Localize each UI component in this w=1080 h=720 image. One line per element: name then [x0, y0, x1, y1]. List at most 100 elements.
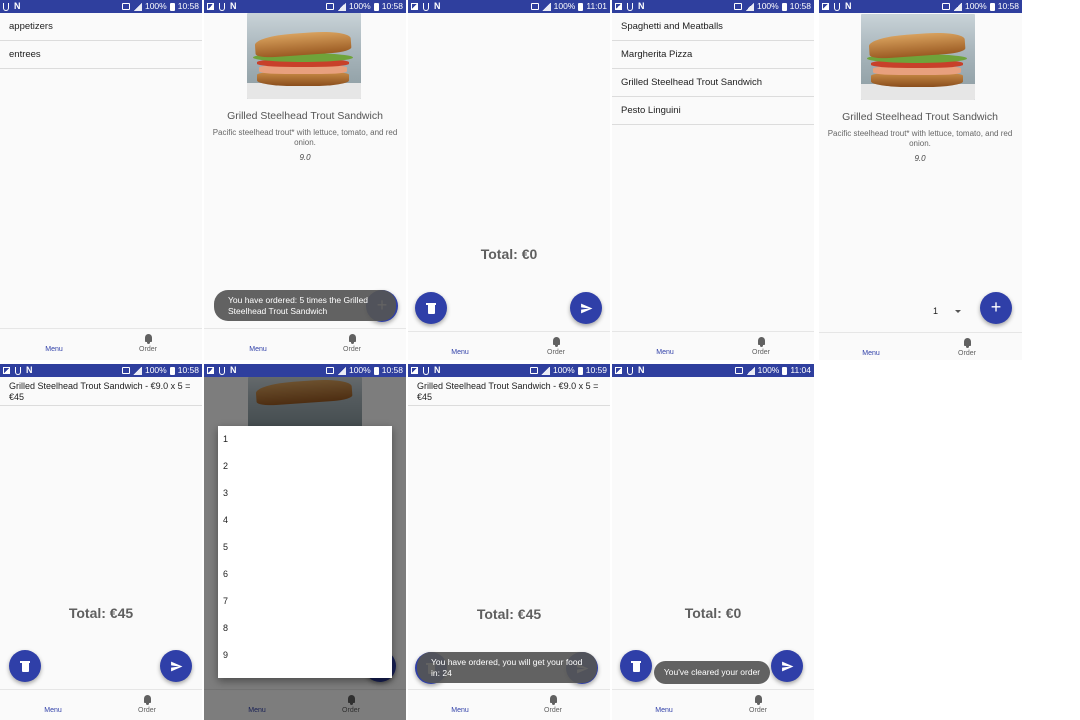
- signal-icon: [336, 366, 346, 375]
- bottom-navigation: Menu Order: [0, 689, 202, 720]
- nav-order[interactable]: Order: [518, 694, 588, 714]
- nav-order[interactable]: Order: [521, 336, 591, 356]
- category-item-appetizers[interactable]: appetizers: [0, 13, 202, 41]
- nav-order[interactable]: Order: [932, 337, 1002, 357]
- entree-item[interactable]: Spaghetti and Meatballs: [612, 13, 814, 41]
- clear-order-button[interactable]: [620, 650, 652, 682]
- vibrate-icon: [733, 3, 742, 10]
- nfc-icon: N: [434, 1, 441, 11]
- screen-dish-detail-toast: N 100% 10:58 Grilled Steelhead Trout Sand…: [204, 0, 406, 360]
- nav-order[interactable]: Order: [113, 333, 183, 353]
- nav-menu[interactable]: Menu: [19, 333, 89, 353]
- quantity-select-value[interactable]: 1: [933, 306, 938, 316]
- battery-percent: 100%: [144, 365, 167, 375]
- signal-icon: [132, 2, 142, 11]
- send-order-button[interactable]: [771, 650, 803, 682]
- screen-order-sent: N 100% 10:59 Grilled Steelhead Trout Sand…: [408, 364, 610, 720]
- nav-order[interactable]: Order: [723, 694, 793, 714]
- dish-title: Grilled Steelhead Trout Sandwich: [842, 111, 998, 123]
- entree-item[interactable]: Margherita Pizza: [612, 41, 814, 69]
- usb-icon: [3, 2, 9, 11]
- usb-icon: [15, 366, 21, 375]
- quantity-option[interactable]: 5: [218, 534, 392, 561]
- clear-order-button[interactable]: [9, 650, 41, 682]
- signal-icon: [336, 2, 346, 11]
- usb-icon: [627, 2, 633, 11]
- image-icon: [207, 3, 214, 10]
- nav-menu[interactable]: Menu: [630, 336, 700, 356]
- screen-order-filled: N 100% 10:58 Grilled Steelhead Trout Sand…: [0, 364, 202, 720]
- battery-icon: [577, 366, 583, 375]
- dish-title: Grilled Steelhead Trout Sandwich: [227, 110, 383, 122]
- battery-percent: 100%: [144, 1, 167, 11]
- send-order-button[interactable]: [160, 650, 192, 682]
- quantity-option[interactable]: 8: [218, 615, 392, 642]
- vibrate-icon: [325, 3, 334, 10]
- status-time: 10:58: [997, 1, 1019, 11]
- status-time: 10:58: [381, 1, 403, 11]
- category-item-entrees[interactable]: entrees: [0, 41, 202, 69]
- nav-menu[interactable]: Menu: [425, 336, 495, 356]
- bottom-navigation: Menu Order: [0, 328, 202, 360]
- usb-icon: [219, 366, 225, 375]
- quantity-option[interactable]: 6: [218, 561, 392, 588]
- add-to-order-button[interactable]: +: [980, 292, 1012, 324]
- dropdown-arrow-icon[interactable]: [955, 310, 961, 313]
- quantity-option[interactable]: 3: [218, 480, 392, 507]
- bottom-navigation: Menu Order: [819, 332, 1022, 360]
- nfc-icon: N: [26, 365, 33, 375]
- bottom-navigation: Menu Order: [408, 331, 610, 360]
- vibrate-icon: [325, 367, 334, 374]
- nav-menu[interactable]: Menu: [836, 337, 906, 357]
- nfc-icon: N: [230, 1, 237, 11]
- battery-icon: [169, 2, 175, 11]
- order-line-item: Grilled Steelhead Trout Sandwich - €9.0 …: [408, 377, 610, 406]
- dish-image: [861, 14, 975, 100]
- signal-icon: [952, 2, 962, 11]
- status-time: 10:58: [177, 1, 199, 11]
- nav-menu[interactable]: Menu: [223, 333, 293, 353]
- menu-grid-icon: [866, 337, 877, 348]
- bell-icon: [962, 337, 973, 348]
- vibrate-icon: [530, 3, 539, 10]
- clear-order-button[interactable]: [415, 292, 447, 324]
- menu-grid-icon: [659, 694, 670, 705]
- menu-grid-icon: [455, 336, 466, 347]
- image-icon: [411, 367, 418, 374]
- nav-order[interactable]: Order: [112, 694, 182, 714]
- quantity-option[interactable]: 9: [218, 642, 392, 669]
- nav-menu[interactable]: Menu: [18, 694, 88, 714]
- nfc-icon: N: [638, 1, 645, 11]
- quantity-option[interactable]: 7: [218, 588, 392, 615]
- status-bar: N 100% 10:58: [612, 0, 814, 13]
- battery-percent: 100%: [553, 1, 576, 11]
- nav-menu[interactable]: Menu: [629, 694, 699, 714]
- plus-icon: +: [990, 297, 1002, 317]
- usb-icon: [834, 2, 840, 11]
- bottom-navigation: Menu Order: [204, 328, 406, 360]
- dish-description: Pacific steelhead trout* with lettuce, t…: [212, 128, 398, 147]
- nfc-icon: N: [230, 365, 237, 375]
- screen-dish-detail: N 100% 10:58 Grilled Steelhead Trout Sand…: [819, 0, 1022, 360]
- battery-icon: [781, 2, 787, 11]
- signal-icon: [540, 366, 550, 375]
- status-bar: N 100% 10:58: [204, 364, 406, 377]
- battery-percent: 100%: [552, 365, 575, 375]
- status-time: 10:59: [585, 365, 607, 375]
- nav-order[interactable]: Order: [317, 333, 387, 353]
- send-icon: [781, 661, 793, 671]
- status-time: 11:04: [790, 365, 811, 375]
- quantity-option[interactable]: 4: [218, 507, 392, 534]
- order-total: Total: €0: [684, 605, 742, 621]
- entree-item[interactable]: Pesto Linguini: [612, 97, 814, 125]
- order-line-item: Grilled Steelhead Trout Sandwich - €9.0 …: [0, 377, 202, 406]
- nav-order[interactable]: Order: [726, 336, 796, 356]
- toast-ordered-times: You have ordered: 5 times the Grilled St…: [214, 290, 396, 321]
- quantity-option[interactable]: 1: [218, 426, 392, 453]
- send-order-button[interactable]: [570, 292, 602, 324]
- battery-icon: [169, 366, 175, 375]
- entree-item[interactable]: Grilled Steelhead Trout Sandwich: [612, 69, 814, 97]
- nav-menu[interactable]: Menu: [425, 694, 495, 714]
- status-bar: N 100% 10:58: [819, 0, 1022, 13]
- quantity-option[interactable]: 2: [218, 453, 392, 480]
